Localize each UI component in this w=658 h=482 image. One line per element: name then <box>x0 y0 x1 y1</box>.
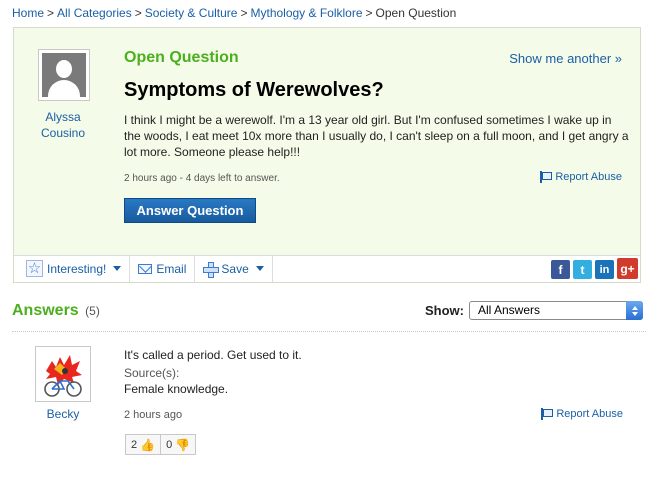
answer-text: It's called a period. Get used to it. <box>124 348 302 362</box>
question-status-label: Open Question <box>124 49 239 66</box>
show-filter-label: Show: <box>425 303 464 318</box>
breadcrumb-all-categories[interactable]: All Categories <box>57 6 132 20</box>
answer-source: Female knowledge. <box>124 382 229 396</box>
cyclist-avatar-icon <box>38 349 88 399</box>
thumbs-up-count: 2 <box>131 438 138 451</box>
breadcrumb-society-culture[interactable]: Society & Culture <box>145 6 238 20</box>
select-arrows-icon <box>626 301 643 320</box>
flag-icon <box>540 171 553 183</box>
report-abuse-label: Report Abuse <box>555 171 622 183</box>
default-user-icon <box>42 53 86 97</box>
breadcrumb-current: Open Question <box>375 6 457 20</box>
thumbs-down-button[interactable]: 0 👎 <box>160 435 195 454</box>
breadcrumb: Home > All Categories > Society & Culture > My… <box>12 6 456 20</box>
twitter-icon[interactable]: t <box>573 260 592 279</box>
answer-source-label: Source(s): <box>124 366 180 380</box>
chevron-down-icon <box>255 266 264 271</box>
envelope-icon <box>138 263 153 274</box>
thumbs-up-icon: 👍 <box>140 437 156 452</box>
facebook-icon[interactable]: f <box>551 260 570 279</box>
answers-count: (5) <box>85 304 100 318</box>
question-body: I think I might be a werewolf. I'm a 13 … <box>124 113 629 159</box>
answers-heading: Answers (5) <box>12 302 100 320</box>
asker-name-link[interactable]: Alyssa Cousino <box>28 109 98 141</box>
social-share-buttons: f t in g+ <box>551 258 638 279</box>
save-button[interactable]: Save <box>195 255 273 282</box>
linkedin-icon[interactable]: in <box>595 260 614 279</box>
breadcrumb-home[interactable]: Home <box>12 6 44 20</box>
breadcrumb-separator: > <box>240 6 248 20</box>
breadcrumb-separator: > <box>134 6 142 20</box>
question-title: Symptoms of Werewolves? <box>124 79 384 101</box>
thumbs-down-count: 0 <box>166 438 173 451</box>
interesting-label: Interesting! <box>47 261 107 276</box>
star-icon: ☆ <box>26 260 43 277</box>
answers-title: Answers <box>12 302 79 319</box>
answers-filter-select[interactable]: All Answers <box>469 301 643 320</box>
asker-avatar[interactable] <box>38 49 90 101</box>
question-meta: 2 hours ago - 4 days left to answer. <box>124 173 280 184</box>
answer-votes: 2 👍 0 👎 <box>125 434 197 455</box>
breadcrumb-mythology-folklore[interactable]: Mythology & Folklore <box>250 6 362 20</box>
show-another-link[interactable]: Show me another » <box>509 51 622 66</box>
interesting-button[interactable]: ☆ Interesting! <box>14 255 131 282</box>
answerer-avatar[interactable] <box>35 346 91 402</box>
breadcrumb-separator: > <box>47 6 55 20</box>
report-abuse-label: Report Abuse <box>556 408 623 420</box>
google-plus-icon[interactable]: g+ <box>617 258 638 279</box>
answer-time: 2 hours ago <box>124 409 183 421</box>
thumbs-down-icon: 👎 <box>175 437 191 452</box>
answer-question-button[interactable]: Answer Question <box>124 198 256 223</box>
breadcrumb-separator: > <box>365 6 373 20</box>
plus-icon <box>203 261 220 278</box>
email-button[interactable]: Email <box>130 255 196 282</box>
email-label: Email <box>156 261 187 276</box>
report-abuse-answer-link[interactable]: Report Abuse <box>541 408 623 420</box>
flag-icon <box>541 408 554 420</box>
question-toolbar: ☆ Interesting! Email Save <box>14 255 640 282</box>
answers-filter-value: All Answers <box>478 303 541 317</box>
question-panel: Alyssa Cousino Open Question Show me ano… <box>13 27 641 283</box>
save-label: Save <box>221 261 249 276</box>
chevron-down-icon <box>113 266 122 271</box>
answerer-name-link[interactable]: Becky <box>27 407 99 421</box>
divider <box>12 331 646 332</box>
report-abuse-question-link[interactable]: Report Abuse <box>540 171 622 183</box>
thumbs-up-button[interactable]: 2 👍 <box>126 435 160 454</box>
